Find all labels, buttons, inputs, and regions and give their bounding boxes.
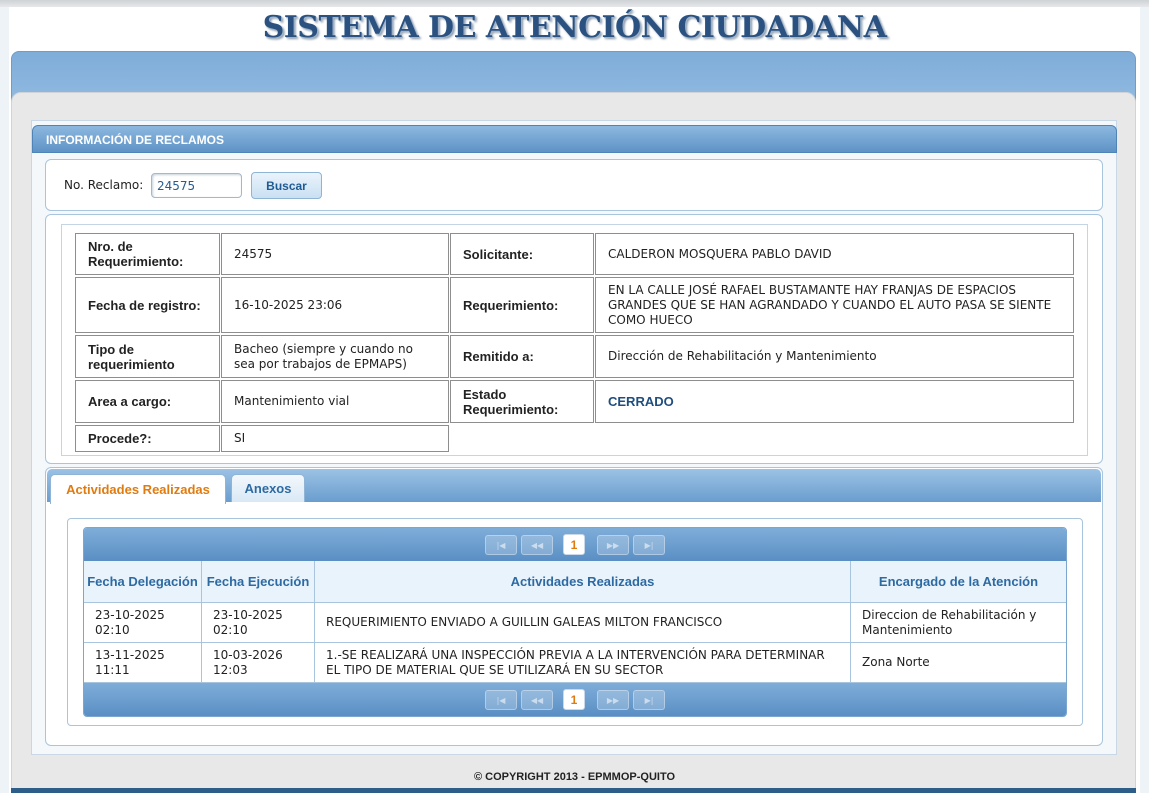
pager-top: |◀ ◀◀ 1 ▶▶ ▶| [84,528,1066,561]
row-fecha-ejecucion: 10-03-2026 12:03 [202,643,315,682]
tipo-requerimiento-value: Bacheo (siempre y cuando no sea por trab… [221,335,449,378]
tabs-container: Actividades Realizadas Anexos |◀ ◀◀ 1 ▶▶… [45,467,1103,746]
section-header: INFORMACIÓN DE RECLAMOS [32,125,1117,153]
bottom-bar [11,788,1136,793]
tab-actividades-realizadas[interactable]: Actividades Realizadas [50,474,226,504]
claim-details-table: Nro. de Requerimiento: 24575 Solicitante… [61,224,1088,456]
prev-page-icon[interactable]: ◀◀ [521,690,553,710]
page-number-1[interactable]: 1 [563,534,585,555]
search-button[interactable]: Buscar [251,172,322,199]
prev-page-icon[interactable]: ◀◀ [521,535,553,555]
solicitante-value: CALDERON MOSQUERA PABLO DAVID [595,233,1074,275]
row-encargado: Zona Norte [862,655,930,669]
content-area: INFORMACIÓN DE RECLAMOS No. Reclamo: Bus… [31,120,1117,755]
remitido-label: Remitido a: [450,335,594,378]
requerimiento-label: Requerimiento: [450,277,594,333]
main-panel: INFORMACIÓN DE RECLAMOS No. Reclamo: Bus… [11,92,1136,790]
procede-value: SI [221,425,449,452]
requerimiento-value: EN LA CALLE JOSÉ RAFAEL BUSTAMANTE HAY F… [595,277,1074,333]
pager-bottom: |◀ ◀◀ 1 ▶▶ ▶| [84,683,1066,716]
first-page-icon[interactable]: |◀ [485,535,517,555]
area-cargo-value: Mantenimiento vial [221,380,449,423]
copyright-footer: © COPYRIGHT 2013 - EPMMOP-QUITO [473,771,676,783]
next-page-icon[interactable]: ▶▶ [597,690,629,710]
row-actividad: REQUERIMIENTO ENVIADO A GUILLIN GALEAS M… [315,603,851,642]
area-cargo-label: Area a cargo: [75,380,220,423]
table-header: Fecha Delegación Fecha Ejecución Activid… [84,561,1066,603]
site-title: SISTEMA DE ATENCIÓN CIUDADANA [262,10,887,45]
search-label: No. Reclamo: [64,178,144,192]
column-header-encargado[interactable]: Encargado de la Atención [851,561,1066,603]
nro-requerimiento-label: Nro. de Requerimiento: [75,233,220,275]
procede-label: Procede?: [75,425,220,452]
row-fecha-delegacion: 13-11-2025 11:11 [84,643,202,682]
column-header-fecha-delegacion[interactable]: Fecha Delegación [84,561,202,603]
solicitante-label: Solicitante: [450,233,594,275]
table-row: 13-11-2025 11:11 10-03-2026 12:03 1.-SE … [84,643,1066,683]
column-header-actividades[interactable]: Actividades Realizadas [315,561,851,603]
claim-number-input[interactable] [151,173,242,198]
top-stripe [0,0,1149,7]
last-page-icon[interactable]: ▶| [633,690,665,710]
next-page-icon[interactable]: ▶▶ [597,535,629,555]
row-fecha-ejecucion: 23-10-2025 02:10 [202,603,315,642]
fecha-registro-value: 16-10-2025 23:06 [221,277,449,333]
fecha-registro-label: Fecha de registro: [75,277,220,333]
activities-grid: |◀ ◀◀ 1 ▶▶ ▶| Fecha Delegación Fecha Eje… [83,527,1067,717]
last-page-icon[interactable]: ▶| [633,535,665,555]
table-row: 23-10-2025 02:10 23-10-2025 02:10 REQUER… [84,603,1066,643]
estado-value: CERRADO [595,380,1074,423]
claim-details-box: Nro. de Requerimiento: 24575 Solicitante… [45,214,1103,464]
search-box: No. Reclamo: Buscar [45,159,1103,211]
tab-anexos[interactable]: Anexos [231,474,305,502]
row-actividad: 1.-SE REALIZARÁ UNA INSPECCIÓN PREVIA A … [315,643,851,682]
first-page-icon[interactable]: |◀ [485,690,517,710]
row-encargado: Direccion de Rehabilitación y Mantenimie… [862,607,1037,637]
row-fecha-delegacion: 23-10-2025 02:10 [84,603,202,642]
activities-panel: |◀ ◀◀ 1 ▶▶ ▶| Fecha Delegación Fecha Eje… [67,518,1083,726]
column-header-fecha-ejecucion[interactable]: Fecha Ejecución [202,561,315,603]
remitido-value: Dirección de Rehabilitación y Mantenimie… [595,335,1074,378]
page-number-1[interactable]: 1 [563,689,585,710]
nro-requerimiento-value: 24575 [221,233,449,275]
tipo-requerimiento-label: Tipo de requerimiento [75,335,220,378]
estado-label: Estado Requerimiento: [450,380,594,423]
